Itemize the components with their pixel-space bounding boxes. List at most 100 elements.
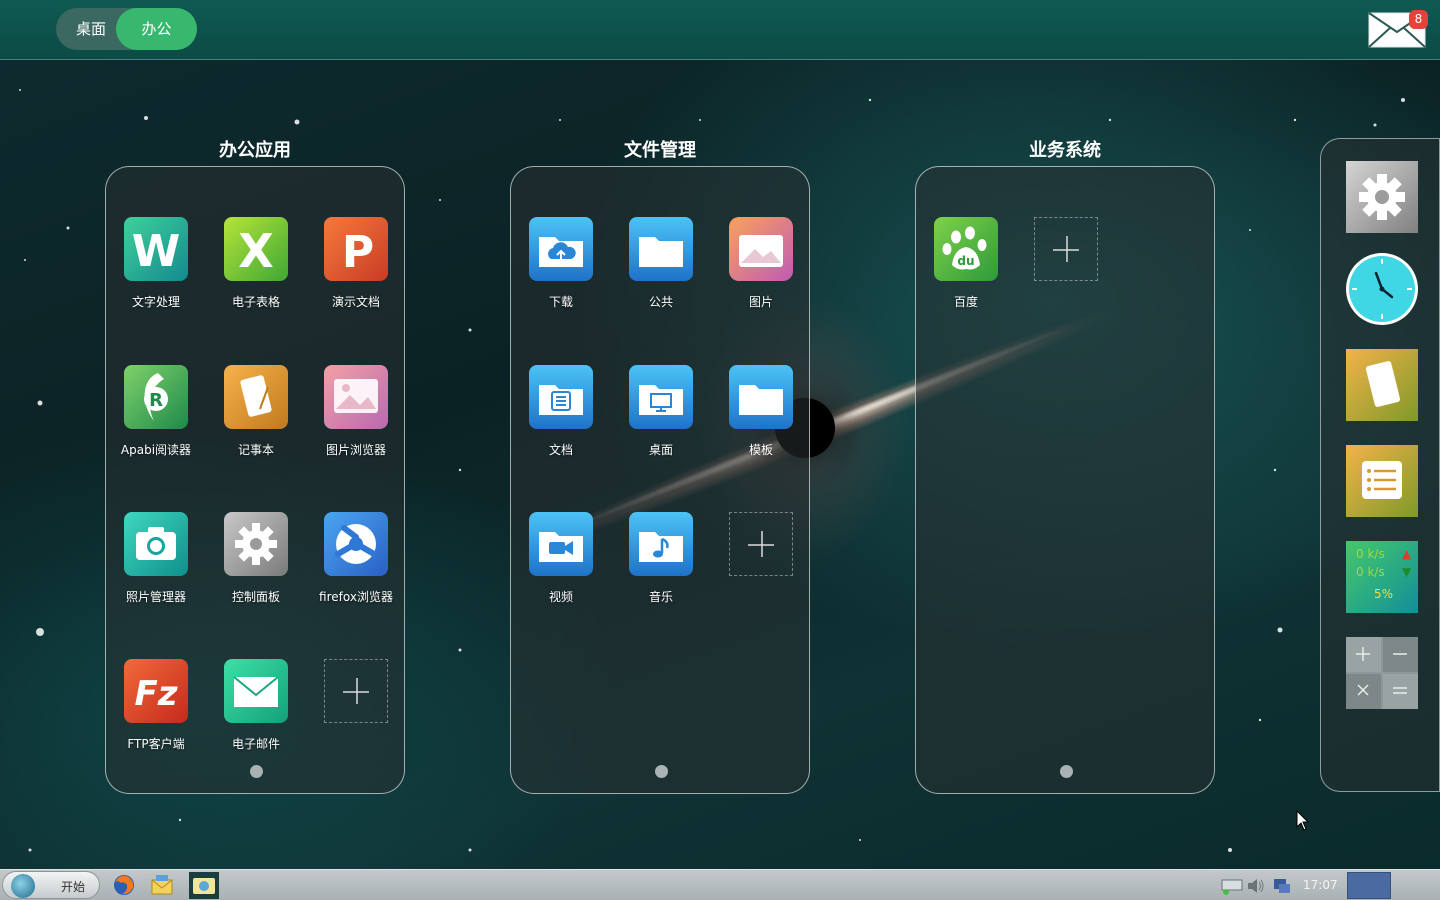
app-label: 公共 [648,295,673,309]
app-label: 桌面 [648,443,673,457]
folder-pictures[interactable]: 图片 [711,217,811,327]
documents-folder-icon [529,365,593,429]
notes-widget[interactable] [1346,349,1418,421]
download-speed: 0 k/s [1356,565,1385,579]
app-image-viewer[interactable]: 图片浏览器 [306,365,406,475]
arrow-down-icon: ▼ [1402,565,1412,579]
app-label: 记事本 [237,443,274,457]
svg-text:R: R [149,390,163,411]
app-label: 控制面板 [231,590,280,604]
gear-icon [224,512,288,576]
panel-office-apps: W 文字处理 X 电子表格 P 演示文档 R Apabi阅读器 记事本 图片浏览… [105,166,405,794]
video-folder-icon [529,512,593,576]
app-word-processor[interactable]: W 文字处理 [106,217,206,327]
page-indicator [250,765,263,778]
folder-downloads[interactable]: 下载 [511,217,611,327]
svg-text:Fz: Fz [134,674,177,714]
app-control-panel[interactable]: 控制面板 [206,512,306,622]
network-icon[interactable] [1220,876,1246,896]
top-bar: 桌面 办公 8 [0,0,1440,60]
taskbar-clock[interactable]: 17:07 [1303,878,1338,892]
clock-widget[interactable] [1346,253,1418,325]
app-photo-manager[interactable]: 照片管理器 [106,512,206,622]
panel-title-office-apps: 办公应用 [219,140,291,161]
app-label: FTP客户端 [127,737,185,751]
calculator-widget[interactable] [1346,637,1418,709]
folder-public[interactable]: 公共 [611,217,711,327]
app-label: 文字处理 [131,295,180,309]
svg-text:X: X [238,224,273,278]
panel-file-management: 下载 公共 图片 文档 桌面 模板 视频 音乐 [510,166,810,794]
music-folder-icon [629,512,693,576]
tab-office[interactable]: 办公 [116,8,197,50]
app-notepad[interactable]: 记事本 [206,365,306,475]
email-icon [224,659,288,723]
arrow-up-icon: ▲ [1402,547,1412,561]
folder-templates[interactable]: 模板 [711,365,811,475]
app-email[interactable]: 电子邮件 [206,659,306,769]
app-label: 视频 [548,590,573,604]
spreadsheet-x-icon: X [224,217,288,281]
folder-icon [629,217,693,281]
desktop-folder-icon [629,365,693,429]
app-label: 电子邮件 [231,737,280,751]
folder-documents[interactable]: 文档 [511,365,611,475]
camera-icon [124,512,188,576]
app-firefox[interactable]: firefox浏览器 [306,512,406,622]
svg-text:du: du [957,254,974,268]
firefox-icon[interactable] [112,873,136,897]
add-app-slot[interactable] [711,512,811,622]
file-manager-icon[interactable] [189,872,219,899]
app-label: 文档 [548,443,573,457]
mail-unread-badge: 8 [1409,10,1428,29]
add-app-slot[interactable] [306,659,406,769]
app-label: 演示文档 [331,295,380,309]
plus-icon[interactable] [324,659,388,723]
mouse-cursor-icon [1296,810,1310,831]
taskbar: 开始 17:07 [0,869,1440,900]
baidu-paw-icon: du [934,217,998,281]
app-baidu[interactable]: du 百度 [916,217,1016,327]
start-label: 开始 [61,880,86,894]
app-presentation[interactable]: P 演示文档 [306,217,406,327]
add-app-slot[interactable] [1016,217,1116,327]
list-widget[interactable] [1346,445,1418,517]
filezilla-icon: Fz [124,659,188,723]
app-label: 百度 [953,295,978,309]
volume-icon[interactable] [1246,876,1266,896]
pictures-folder-icon [729,217,793,281]
settings-widget[interactable] [1346,161,1418,233]
app-label: 图片 [748,295,773,309]
plus-icon[interactable] [729,512,793,576]
firefox-icon [324,512,388,576]
app-label: Apabi阅读器 [120,443,192,457]
network-monitor-widget[interactable]: 0 k/s ▲ 0 k/s ▼ 5% [1346,541,1418,613]
start-button[interactable]: 开始 [2,871,100,899]
mail-client-icon[interactable] [150,873,174,897]
widget-dock: 0 k/s ▲ 0 k/s ▼ 5% [1320,138,1440,792]
templates-folder-icon [729,365,793,429]
app-spreadsheet[interactable]: X 电子表格 [206,217,306,327]
show-desktop-button[interactable] [1347,872,1391,899]
app-label: 图片浏览器 [325,443,386,457]
display-icon[interactable] [1272,876,1292,896]
notepad-icon [224,365,288,429]
word-w-icon: W [124,217,188,281]
app-label: firefox浏览器 [319,590,393,604]
app-label: 下载 [548,295,573,309]
image-viewer-icon [324,365,388,429]
presentation-p-icon: P [324,217,388,281]
app-label: 电子表格 [231,295,280,309]
folder-desktop[interactable]: 桌面 [611,365,711,475]
network-usage-percent: 5% [1374,587,1394,601]
app-ftp-client[interactable]: Fz FTP客户端 [106,659,206,769]
globe-icon [11,874,35,898]
plus-icon[interactable] [1034,217,1098,281]
apabi-reader-icon: R [124,365,188,429]
panel-business-systems: du 百度 [915,166,1215,794]
page-indicator [655,765,668,778]
folder-music[interactable]: 音乐 [611,512,711,622]
folder-videos[interactable]: 视频 [511,512,611,622]
app-label: 模板 [748,443,773,457]
app-apabi-reader[interactable]: R Apabi阅读器 [106,365,206,475]
